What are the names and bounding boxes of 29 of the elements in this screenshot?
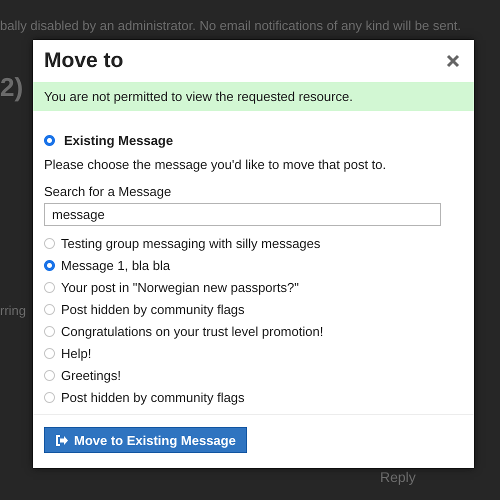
radio-label[interactable]: Congratulations on your trust level promotion! xyxy=(61,324,324,338)
radio-button[interactable] xyxy=(44,348,55,358)
radio-button[interactable] xyxy=(44,392,55,402)
radio-button[interactable] xyxy=(44,134,55,146)
alert-message: You are not permitted to view the requested resource. xyxy=(33,82,474,111)
radio-button[interactable] xyxy=(44,260,55,270)
search-label: Search for a Message xyxy=(44,184,172,199)
radio-label[interactable]: Testing group messaging with silly messages xyxy=(61,236,320,250)
dialog-title: Move to xyxy=(44,49,124,73)
radio-label[interactable]: Greetings! xyxy=(61,368,121,382)
radio-label[interactable]: Your post in "Norwegian new passports?" xyxy=(61,280,299,294)
radio-label[interactable]: Post hidden by community flags xyxy=(61,390,245,404)
radio-button[interactable] xyxy=(44,304,55,314)
close-icon[interactable] xyxy=(446,54,460,68)
move-icon xyxy=(55,434,68,446)
page-heading: 2) xyxy=(0,72,24,103)
radio-button[interactable] xyxy=(44,238,55,248)
radio-button[interactable] xyxy=(44,326,55,336)
search-field[interactable]: message xyxy=(44,203,441,226)
radio-label[interactable]: Help! xyxy=(61,346,92,360)
notice-text: bally disabled by an administrator. No email notifications of any kind will be sent. xyxy=(0,18,462,33)
radio-label[interactable]: Existing Message xyxy=(64,132,174,148)
radio-label[interactable]: Message 1, bla bla xyxy=(61,258,170,272)
page-text: rring xyxy=(0,303,26,318)
radio-button[interactable] xyxy=(44,282,55,292)
radio-button[interactable] xyxy=(44,370,55,380)
move-button[interactable]: Move to Existing Message xyxy=(44,427,247,453)
instructions-text: Please choose the message you'd like to move that post to. xyxy=(44,157,388,172)
radio-label[interactable]: Post hidden by community flags xyxy=(61,302,245,316)
